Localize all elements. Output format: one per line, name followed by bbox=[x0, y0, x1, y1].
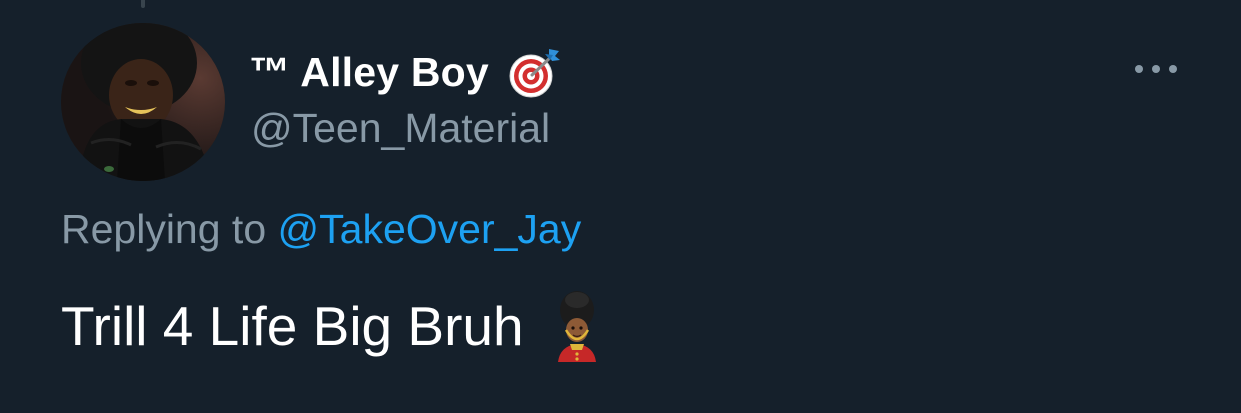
tweet-text: Trill 4 Life Big Bruh bbox=[61, 295, 524, 357]
reply-mention-link[interactable]: @TakeOver_Jay bbox=[278, 206, 582, 252]
author-name-row: ™ Alley Boy bbox=[249, 44, 565, 100]
tweet-body: Trill 4 Life Big Bruh bbox=[61, 290, 602, 362]
more-options-button[interactable] bbox=[1128, 52, 1184, 86]
avatar[interactable] bbox=[61, 23, 225, 181]
more-dots-icon bbox=[1135, 65, 1177, 73]
thread-connector-line bbox=[141, 0, 145, 8]
author-handle[interactable]: @Teen_Material bbox=[251, 105, 550, 152]
author-display-name[interactable]: ™ Alley Boy bbox=[249, 49, 489, 96]
guardsman-icon bbox=[552, 290, 602, 362]
direct-hit-icon bbox=[505, 44, 565, 100]
avatar-photo bbox=[61, 23, 225, 181]
replying-to-label: Replying to bbox=[61, 206, 267, 252]
replying-to-line: Replying to @TakeOver_Jay bbox=[61, 206, 581, 253]
